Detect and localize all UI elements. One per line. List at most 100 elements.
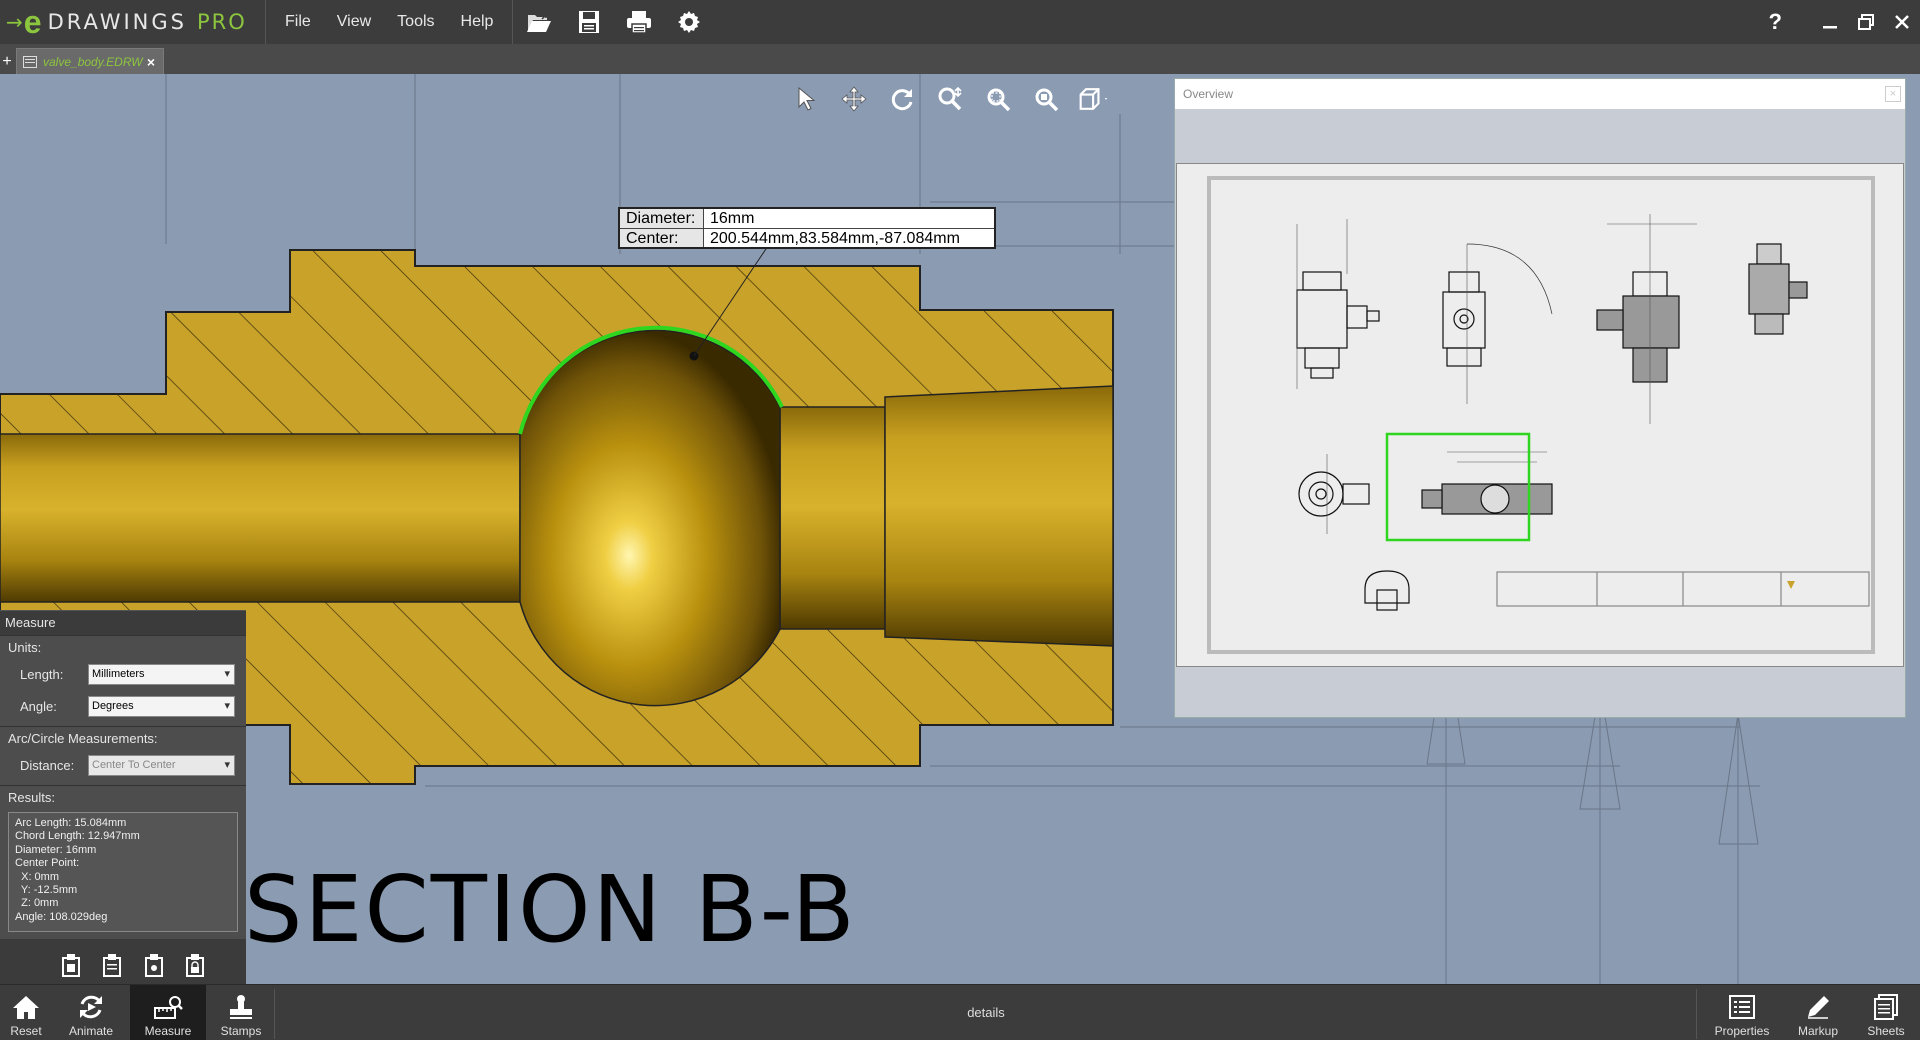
window-controls: ?: [1769, 0, 1920, 44]
sheets-icon: [1874, 994, 1898, 1020]
rotate-icon[interactable]: [886, 84, 918, 114]
result-line: Center Point:: [15, 857, 80, 870]
zoom-to-fit-icon[interactable]: [1030, 84, 1062, 114]
measure-copy-icon[interactable]: [100, 951, 124, 979]
current-sheet-name: details: [967, 1005, 1005, 1020]
document-tab-strip: + valve_body.EDRW ×: [0, 44, 1920, 74]
measure-panel-title: Measure: [5, 615, 56, 630]
measure-paste-icon[interactable]: [142, 951, 166, 979]
title-bar: → e DRAWINGS PRO File View Tools Help ?: [0, 0, 1920, 44]
minimize-icon[interactable]: [1812, 7, 1848, 37]
measure-panel: Measure Units: Length: Millimeters Angle…: [0, 610, 246, 984]
diameter-value: 16mm: [710, 210, 755, 227]
result-line: Arc Length: 15.084mm: [15, 817, 127, 829]
menu-file[interactable]: File: [272, 13, 324, 31]
properties-icon: [1729, 995, 1755, 1019]
menu-bar: File View Tools Help: [266, 0, 514, 44]
bottom-bar: Reset Animate Measure Stamps details Pro…: [0, 984, 1920, 1040]
view-orientation-icon[interactable]: [1078, 84, 1110, 114]
close-tab-button[interactable]: ×: [147, 54, 155, 70]
sheets-label: Sheets: [1867, 1024, 1905, 1038]
results-section: Results: Arc Length: 15.084mm Chord Leng…: [0, 785, 246, 939]
measure-icon: [154, 996, 183, 1019]
properties-label: Properties: [1714, 1024, 1770, 1038]
markup-pen-icon: [1808, 996, 1829, 1019]
results-label: Results:: [8, 790, 55, 805]
select-pointer-icon[interactable]: [790, 84, 822, 114]
close-window-icon[interactable]: [1884, 7, 1920, 37]
logo-text: DRAWINGS: [47, 10, 187, 34]
print-icon[interactable]: [625, 8, 653, 36]
stamp-icon: [230, 995, 252, 1019]
quick-toolbar: [513, 0, 703, 44]
length-units-select[interactable]: Millimeters: [88, 663, 235, 685]
app-logo: → e DRAWINGS PRO: [0, 0, 266, 44]
result-line: Chord Length: 12.947mm: [15, 830, 140, 843]
animate-icon: [80, 995, 102, 1019]
restore-icon[interactable]: [1848, 7, 1884, 37]
units-section: Units: Length: Millimeters Angle: Degree…: [0, 635, 246, 726]
angle-units-select[interactable]: Degrees: [88, 695, 235, 717]
logo-e: e: [23, 4, 42, 40]
overview-panel[interactable]: Overview ×: [1174, 78, 1906, 718]
measure-clipboard-icon[interactable]: [59, 951, 83, 979]
result-line: Z: 0mm: [15, 897, 59, 910]
bottom-divider: [1696, 989, 1697, 1039]
result-line: Y: -12.5mm: [15, 884, 78, 897]
markup-button[interactable]: Markup: [1784, 985, 1852, 1040]
stamps-button[interactable]: Stamps: [206, 985, 276, 1040]
new-tab-button[interactable]: +: [0, 50, 14, 74]
arc-circle-section: Arc/Circle Measurements: Distance: Cente…: [0, 726, 246, 785]
results-box: Arc Length: 15.084mm Chord Length: 12.94…: [8, 812, 238, 932]
measure-tools-row: [0, 939, 246, 979]
document-tab[interactable]: valve_body.EDRW ×: [16, 48, 164, 74]
pan-move-icon[interactable]: [838, 84, 870, 114]
result-line: Diameter: 16mm: [15, 843, 97, 856]
units-label: Units:: [8, 640, 42, 655]
diameter-label: Diameter:: [620, 209, 704, 228]
menu-view[interactable]: View: [324, 13, 384, 31]
drawing-viewport[interactable]: Diameter: 16mm Center: 200.544mm,83.584m…: [0, 74, 1920, 984]
settings-gear-icon[interactable]: [675, 8, 703, 36]
home-icon: [13, 996, 39, 1019]
measurement-tooltip: Diameter: 16mm Center: 200.544mm,83.584m…: [618, 207, 996, 249]
help-icon[interactable]: ?: [1769, 9, 1782, 35]
section-view-label: SECTION B-B: [244, 856, 857, 963]
menu-help[interactable]: Help: [448, 13, 507, 31]
measure-lock-icon[interactable]: [183, 951, 207, 979]
sheets-button[interactable]: Sheets: [1856, 985, 1916, 1040]
result-line: X: 0mm: [15, 870, 60, 883]
animate-label: Animate: [68, 1024, 114, 1038]
view-toolbar: [790, 84, 1110, 114]
reset-button[interactable]: Reset: [0, 985, 52, 1040]
document-tab-label: valve_body.EDRW: [43, 54, 143, 69]
logo-arrow-icon: →: [6, 10, 23, 34]
center-value: 200.544mm,83.584mm,-87.084mm: [710, 230, 960, 247]
bottom-divider: [274, 989, 275, 1039]
open-folder-icon[interactable]: [525, 8, 553, 36]
measure-label: Measure: [144, 1024, 192, 1038]
distance-mode-select[interactable]: Center To Center: [88, 754, 235, 776]
animate-button[interactable]: Animate: [56, 985, 126, 1040]
stamps-label: Stamps: [220, 1024, 262, 1038]
distance-label: Distance:: [20, 757, 75, 773]
markup-label: Markup: [1797, 1024, 1838, 1038]
result-line: Angle: 108.029deg: [15, 910, 108, 923]
document-icon: [23, 55, 37, 68]
overview-sheet-thumbnail[interactable]: [1176, 163, 1904, 667]
logo-pro: PRO: [196, 10, 247, 34]
menu-tools[interactable]: Tools: [384, 13, 447, 31]
center-label: Center:: [620, 229, 704, 247]
save-icon[interactable]: [575, 8, 603, 36]
overview-title: Overview: [1183, 87, 1234, 101]
measure-button[interactable]: Measure: [130, 985, 206, 1040]
properties-button[interactable]: Properties: [1704, 985, 1780, 1040]
arc-circle-label: Arc/Circle Measurements:: [8, 731, 158, 746]
angle-label: Angle:: [20, 698, 57, 714]
zoom-icon[interactable]: [934, 84, 966, 114]
overview-close-button[interactable]: ×: [1885, 86, 1901, 102]
reset-label: Reset: [10, 1024, 42, 1038]
length-label: Length:: [20, 666, 64, 682]
zoom-to-area-icon[interactable]: [982, 84, 1014, 114]
overview-header: Overview ×: [1175, 79, 1905, 109]
